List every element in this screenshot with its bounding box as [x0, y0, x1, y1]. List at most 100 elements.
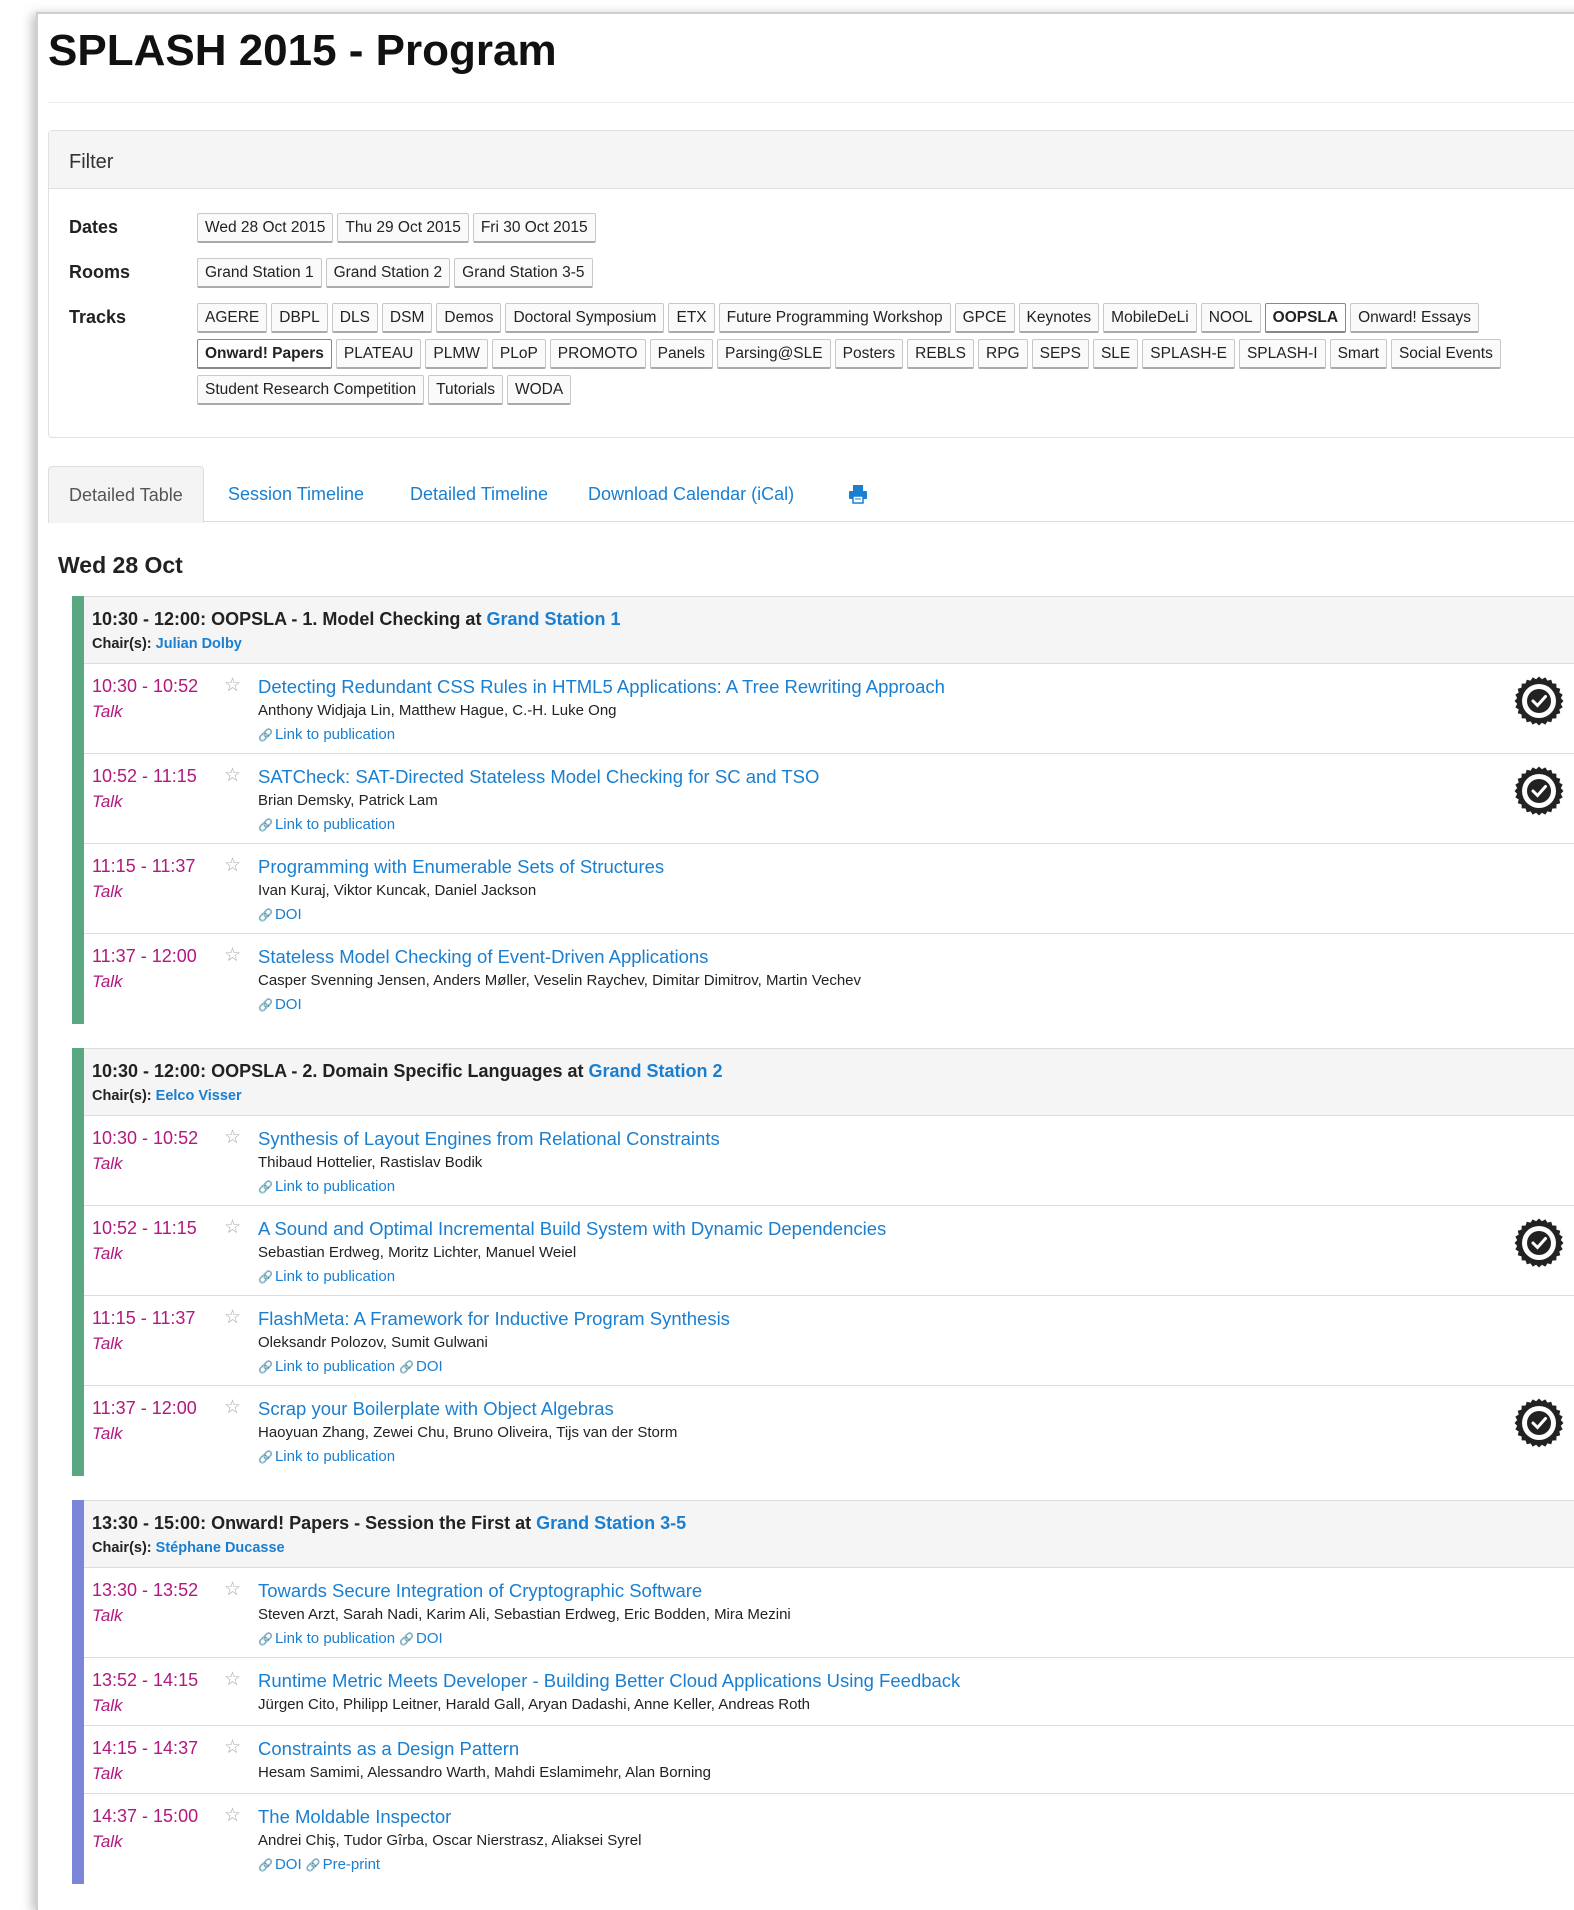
talk-title-link[interactable]: A Sound and Optimal Incremental Build Sy… [258, 1218, 886, 1240]
publication-link[interactable]: 🔗 Pre-print [306, 1856, 380, 1873]
track-filter-tag[interactable]: Parsing@SLE [717, 339, 831, 369]
track-filter-tag[interactable]: PLATEAU [335, 339, 422, 369]
track-filter-tag[interactable]: ETX [668, 303, 715, 333]
track-filter-tag[interactable]: Keynotes [1018, 303, 1100, 333]
track-filter-tag[interactable]: SPLASH-E [1142, 339, 1235, 369]
favorite-star-icon[interactable]: ☆ [224, 764, 241, 787]
track-filter-tag[interactable]: SPLASH-I [1238, 339, 1326, 369]
favorite-star-icon[interactable]: ☆ [224, 1126, 241, 1149]
publication-link[interactable]: 🔗 DOI [399, 1630, 443, 1647]
talk-title-link[interactable]: SATCheck: SAT-Directed Stateless Model C… [258, 766, 819, 788]
talk-row: 14:15 - 14:37 Talk ☆ Constraints as a Desig… [84, 1726, 1574, 1794]
track-filter-tag[interactable]: PROMOTO [549, 339, 646, 369]
rooms-tag-list: Grand Station 1 Grand Station 2 Grand Stat… [197, 258, 1574, 294]
tab-download-calendar[interactable]: Download Calendar (iCal) [568, 466, 814, 522]
room-filter-tag[interactable]: Grand Station 1 [197, 258, 322, 288]
publication-link[interactable]: 🔗 Link to publication [258, 1358, 395, 1375]
tab-detailed-table[interactable]: Detailed Table [48, 466, 204, 523]
publication-link[interactable]: 🔗 Link to publication [258, 1268, 395, 1285]
track-filter-tag[interactable]: DLS [331, 303, 378, 333]
track-filter-tag[interactable]: Panels [649, 339, 714, 369]
track-filter-tag[interactable]: PLMW [425, 339, 488, 369]
track-filter-tag[interactable]: DBPL [271, 303, 328, 333]
session-room-link[interactable]: Grand Station 2 [588, 1061, 722, 1081]
talk-links: 🔗 Link to publication [258, 726, 399, 743]
date-filter-tag[interactable]: Thu 29 Oct 2015 [337, 213, 469, 243]
session-room-link[interactable]: Grand Station 3-5 [536, 1513, 686, 1533]
track-filter-tag[interactable]: GPCE [954, 303, 1015, 333]
talk-title-link[interactable]: Stateless Model Checking of Event-Driven… [258, 946, 708, 968]
publication-link[interactable]: 🔗 Link to publication [258, 1448, 395, 1465]
track-filter-tag[interactable]: DSM [381, 303, 433, 333]
track-filter-tag[interactable]: SLE [1092, 339, 1139, 369]
track-filter-tag[interactable]: SEPS [1031, 339, 1089, 369]
track-filter-tag[interactable]: Tutorials [428, 375, 503, 405]
track-filter-tag[interactable]: Smart [1329, 339, 1387, 369]
publication-link-label: DOI [416, 1358, 443, 1375]
talk-time: 14:37 - 15:00 [92, 1806, 199, 1826]
track-filter-tag[interactable]: Doctoral Symposium [505, 303, 665, 333]
talk-title-link[interactable]: Constraints as a Design Pattern [258, 1738, 519, 1760]
talk-title-link[interactable]: Synthesis of Layout Engines from Relatio… [258, 1128, 720, 1150]
tab-detailed-timeline[interactable]: Detailed Timeline [390, 466, 568, 522]
favorite-star-icon[interactable]: ☆ [224, 1736, 241, 1759]
favorite-star-icon[interactable]: ☆ [224, 854, 241, 877]
track-filter-tag[interactable]: WODA [506, 375, 572, 405]
track-filter-tag[interactable]: RPG [978, 339, 1028, 369]
talk-authors: Oleksandr Polozov, Sumit Gulwani [258, 1334, 488, 1351]
publication-link[interactable]: 🔗 Link to publication [258, 1630, 395, 1647]
tab-session-timeline[interactable]: Session Timeline [208, 466, 384, 522]
chair-name-link[interactable]: Stéphane Ducasse [156, 1540, 285, 1556]
track-filter-tag[interactable]: Student Research Competition [197, 375, 425, 405]
chair-name-link[interactable]: Julian Dolby [156, 636, 242, 652]
track-filter-tag[interactable]: REBLS [907, 339, 975, 369]
favorite-star-icon[interactable]: ☆ [224, 1668, 241, 1691]
talk-title-link[interactable]: The Moldable Inspector [258, 1806, 451, 1828]
date-filter-tag[interactable]: Fri 30 Oct 2015 [472, 213, 596, 243]
track-filter-tag[interactable]: AGERE [197, 303, 268, 333]
favorite-star-icon[interactable]: ☆ [224, 1578, 241, 1601]
track-filter-tag[interactable]: Posters [834, 339, 904, 369]
publication-link[interactable]: 🔗 Link to publication [258, 816, 395, 833]
publication-link[interactable]: 🔗 DOI [258, 906, 302, 923]
favorite-star-icon[interactable]: ☆ [224, 674, 241, 697]
favorite-star-icon[interactable]: ☆ [224, 1216, 241, 1239]
date-filter-tag[interactable]: Wed 28 Oct 2015 [197, 213, 334, 243]
talk-title-link[interactable]: Detecting Redundant CSS Rules in HTML5 A… [258, 676, 945, 698]
track-filter-tag[interactable]: Onward! Essays [1350, 303, 1479, 333]
room-filter-tag[interactable]: Grand Station 3-5 [454, 258, 593, 288]
track-filter-tag[interactable]: Onward! Papers [197, 339, 332, 369]
talk-row: 10:30 - 10:52 Talk ☆ Detecting Redundant CS… [84, 664, 1574, 754]
talk-row: 11:37 - 12:00 Talk ☆ Stateless Model Checki… [84, 934, 1574, 1024]
talk-title-link[interactable]: Scrap your Boilerplate with Object Algeb… [258, 1398, 614, 1420]
room-filter-tag[interactable]: Grand Station 2 [325, 258, 451, 288]
session-title: 10:30 - 12:00: OOPSLA - 2. Domain Specif… [92, 1061, 1574, 1082]
favorite-star-icon[interactable]: ☆ [224, 1396, 241, 1419]
talk-title-link[interactable]: Towards Secure Integration of Cryptograp… [258, 1580, 702, 1602]
session-room-link[interactable]: Grand Station 1 [486, 609, 620, 629]
track-filter-tag[interactable]: PLoP [491, 339, 546, 369]
print-icon[interactable] [848, 484, 868, 504]
talk-title-link[interactable]: FlashMeta: A Framework for Inductive Pro… [258, 1308, 730, 1330]
publication-link[interactable]: 🔗 DOI [258, 996, 302, 1013]
track-filter-tag[interactable]: Social Events [1390, 339, 1501, 369]
publication-link[interactable]: 🔗 Link to publication [258, 726, 395, 743]
publication-link[interactable]: 🔗 DOI [258, 1856, 302, 1873]
favorite-star-icon[interactable]: ☆ [224, 1306, 241, 1329]
track-filter-tag[interactable]: Future Programming Workshop [718, 303, 951, 333]
talk-row: 10:52 - 11:15 Talk ☆ SATCheck: SAT-Directed… [84, 754, 1574, 844]
track-filter-tag[interactable]: OOPSLA [1264, 303, 1347, 333]
track-filter-tag[interactable]: NOOL [1200, 303, 1261, 333]
talk-links: 🔗 DOI 🔗 Pre-print [258, 1856, 384, 1873]
favorite-star-icon[interactable]: ☆ [224, 1804, 241, 1827]
publication-link[interactable]: 🔗 DOI [399, 1358, 443, 1375]
track-filter-tag[interactable]: Demos [436, 303, 502, 333]
talk-time: 11:15 - 11:37 [92, 856, 196, 876]
track-color-bar [72, 596, 84, 1024]
chair-name-link[interactable]: Eelco Visser [156, 1088, 242, 1104]
talk-title-link[interactable]: Runtime Metric Meets Developer - Buildin… [258, 1670, 960, 1692]
favorite-star-icon[interactable]: ☆ [224, 944, 241, 967]
publication-link[interactable]: 🔗 Link to publication [258, 1178, 395, 1195]
talk-title-link[interactable]: Programming with Enumerable Sets of Stru… [258, 856, 664, 878]
track-filter-tag[interactable]: MobileDeLi [1103, 303, 1197, 333]
